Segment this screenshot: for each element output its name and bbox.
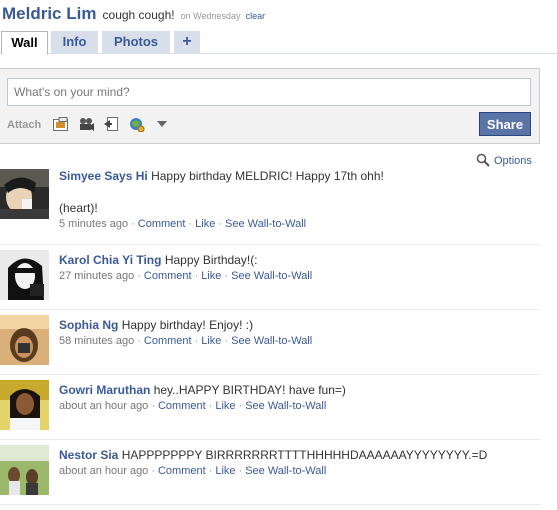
profile-header: Meldric Lim cough cough! on Wednesday cl…: [0, 0, 557, 29]
separator-dot: ·: [224, 270, 229, 282]
wall-to-wall-link[interactable]: See Wall-to-Wall: [245, 400, 326, 412]
separator-dot: ·: [151, 400, 155, 412]
gift-icon[interactable]: [128, 116, 145, 132]
separator-dot: ·: [208, 465, 213, 477]
add-tab-button[interactable]: +: [174, 31, 200, 54]
avatar[interactable]: [0, 445, 49, 495]
tab-photos[interactable]: Photos: [102, 31, 170, 54]
separator-dot: ·: [238, 465, 243, 477]
profile-name[interactable]: Meldric Lim: [2, 4, 96, 23]
separator-dot: ·: [137, 335, 141, 347]
post-author[interactable]: Simyee Says Hi: [59, 169, 148, 183]
separator-dot: ·: [218, 218, 222, 230]
like-link[interactable]: Like: [201, 335, 221, 347]
wall-to-wall-link[interactable]: See Wall-to-Wall: [231, 335, 312, 347]
post-message: hey..HAPPY BIRTHDAY! have fun=): [153, 383, 346, 397]
avatar[interactable]: [0, 380, 49, 430]
like-link[interactable]: Like: [215, 400, 235, 412]
wall-post: Nestor Sia HAPPPPPPPY BIRRRRRRRTTTTHHHHH…: [0, 440, 540, 505]
separator-dot: ·: [131, 218, 135, 230]
photo-icon[interactable]: [52, 116, 69, 132]
clear-status-link[interactable]: clear: [246, 11, 266, 21]
avatar[interactable]: [0, 250, 49, 300]
comment-link[interactable]: Comment: [138, 218, 186, 230]
wall-to-wall-link[interactable]: See Wall-to-Wall: [225, 218, 306, 230]
separator-dot: ·: [194, 270, 199, 282]
separator-dot: ·: [151, 465, 155, 477]
separator-dot: ·: [194, 335, 199, 347]
post-message: Happy Birthday!(:: [164, 253, 258, 267]
share-button[interactable]: Share: [479, 112, 531, 136]
post-body: Karol Chia Yi Ting Happy Birthday!(: 27 …: [59, 253, 534, 283]
post-message: Happy birthday MELDRIC! Happy 17th ohh!: [151, 169, 384, 183]
post-body: Nestor Sia HAPPPPPPPY BIRRRRRRRTTTTHHHHH…: [59, 448, 534, 478]
profile-tabs: Wall Info Photos +: [0, 29, 557, 55]
avatar[interactable]: [0, 169, 49, 219]
post-author[interactable]: Gowri Maruthan: [59, 383, 150, 397]
separator-dot: ·: [188, 218, 193, 230]
status-input[interactable]: [7, 78, 531, 106]
wall-post: Sophia Ng Happy birthday! Enjoy! :) 58 m…: [0, 310, 540, 375]
post-body: Simyee Says Hi Happy birthday MELDRIC! H…: [59, 169, 534, 231]
status-time: on Wednesday: [180, 11, 241, 21]
like-link[interactable]: Like: [215, 465, 235, 477]
post-time: 27 minutes ago: [59, 270, 135, 282]
post-time: about an hour ago: [59, 465, 149, 477]
comment-link[interactable]: Comment: [144, 335, 192, 347]
wall-to-wall-link[interactable]: See Wall-to-Wall: [245, 465, 326, 477]
post-time: about an hour ago: [59, 400, 149, 412]
tab-info[interactable]: Info: [51, 31, 98, 54]
dropdown-arrow-icon[interactable]: [153, 116, 170, 132]
post-author[interactable]: Sophia Ng: [59, 318, 118, 332]
video-icon[interactable]: [78, 116, 95, 132]
status-text: cough cough!: [102, 8, 175, 22]
comment-link[interactable]: Comment: [144, 270, 192, 282]
wall-post: Karol Chia Yi Ting Happy Birthday!(: 27 …: [0, 245, 540, 310]
separator-dot: ·: [137, 270, 141, 282]
separator-dot: ·: [238, 400, 243, 412]
comment-link[interactable]: Comment: [158, 400, 206, 412]
post-time: 58 minutes ago: [59, 335, 135, 347]
separator-dot: ·: [208, 400, 213, 412]
comment-link[interactable]: Comment: [158, 465, 206, 477]
wall-post: Simyee Says Hi Happy birthday MELDRIC! H…: [0, 162, 540, 245]
link-icon[interactable]: [103, 116, 120, 132]
post-body: Gowri Maruthan hey..HAPPY BIRTHDAY! have…: [59, 383, 534, 413]
post-body: Sophia Ng Happy birthday! Enjoy! :) 58 m…: [59, 318, 534, 348]
attach-label: Attach: [7, 119, 42, 131]
post-author[interactable]: Karol Chia Yi Ting: [59, 253, 161, 267]
post-message-continued: (heart)!: [59, 201, 98, 215]
tab-wall[interactable]: Wall: [1, 31, 48, 55]
publisher: Attach Share: [0, 68, 540, 144]
like-link[interactable]: Like: [195, 218, 215, 230]
post-time: 5 minutes ago: [59, 218, 129, 230]
post-message: HAPPPPPPPY BIRRRRRRRTTTTHHHHHDAAAAAAYYYY…: [121, 448, 488, 462]
wall-post: Gowri Maruthan hey..HAPPY BIRTHDAY! have…: [0, 375, 540, 440]
post-author[interactable]: Nestor Sia: [59, 448, 118, 462]
like-link[interactable]: Like: [201, 270, 221, 282]
separator-dot: ·: [224, 335, 229, 347]
avatar[interactable]: [0, 315, 49, 365]
wall-to-wall-link[interactable]: See Wall-to-Wall: [231, 270, 312, 282]
post-message: Happy birthday! Enjoy! :): [121, 318, 254, 332]
